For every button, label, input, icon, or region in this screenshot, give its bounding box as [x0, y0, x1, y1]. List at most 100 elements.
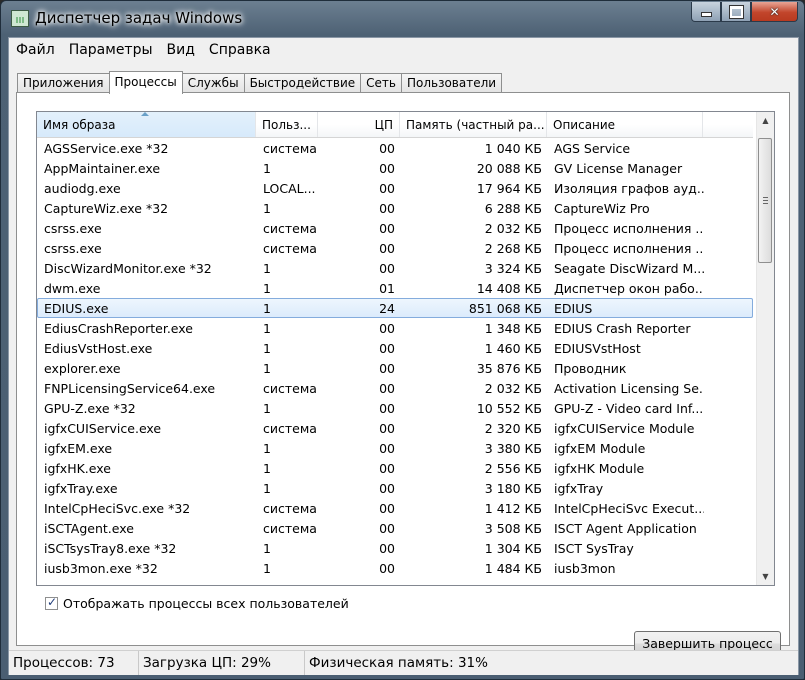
process-memory: 1 304 КБ: [484, 541, 542, 556]
process-image-name: csrss.exe: [44, 221, 102, 236]
process-row[interactable]: igfxCUIService.exe система 00 2 320 КБ igfxC…: [37, 418, 753, 438]
process-image-name: igfxHK.exe: [44, 461, 111, 476]
process-row[interactable]: iusb3mon.exe *32 1 00 1 484 КБ iusb3mon: [37, 558, 753, 578]
maximize-icon: [729, 5, 743, 18]
process-list[interactable]: Имя образа Польз... ЦП Память (частный р…: [36, 111, 775, 586]
scroll-down-arrow-icon[interactable]: ▼: [757, 568, 774, 585]
process-user: 1: [263, 361, 271, 376]
column-header-filler: [703, 112, 753, 137]
process-cpu: 00: [379, 181, 395, 196]
vertical-scrollbar[interactable]: ▲ ▼: [756, 112, 774, 585]
status-bar: Процессов: 73 Загрузка ЦП: 29% Физическа…: [9, 650, 798, 675]
column-image-name[interactable]: Имя образа: [37, 112, 256, 137]
close-button[interactable]: ✕: [751, 2, 798, 22]
process-row[interactable]: explorer.exe 1 00 35 876 КБ Проводник: [37, 358, 753, 378]
scroll-up-arrow-icon[interactable]: ▲: [757, 112, 774, 129]
client-area: Файл Параметры Вид Справка Приложения Пр…: [8, 37, 799, 675]
process-description: igfxTray: [554, 481, 604, 496]
tab-processes[interactable]: Процессы: [108, 71, 183, 94]
process-description: EDIUS: [554, 301, 593, 316]
column-description[interactable]: Описание: [547, 112, 703, 137]
process-description: CaptureWiz Pro: [554, 201, 650, 216]
tab-users[interactable]: Пользователи: [400, 73, 503, 94]
process-user: система: [263, 501, 317, 516]
process-user: 1: [263, 321, 271, 336]
menu-help[interactable]: Справка: [202, 38, 278, 62]
menu-view[interactable]: Вид: [160, 38, 202, 62]
process-row[interactable]: EdiusVstHost.exe 1 00 1 460 КБ EDIUSVstHost: [37, 338, 753, 358]
process-cpu: 00: [379, 341, 395, 356]
process-row[interactable]: igfxTray.exe 1 00 3 180 КБ igfxTray: [37, 478, 753, 498]
process-cpu: 00: [379, 381, 395, 396]
title-bar[interactable]: Диспетчер задач Windows ✕: [1, 1, 804, 37]
column-user-label: Польз...: [262, 118, 311, 132]
process-memory: 35 876 КБ: [476, 361, 542, 376]
process-row[interactable]: iSCTAgent.exe система 00 3 508 КБ ISCT Agent…: [37, 518, 753, 538]
process-row[interactable]: igfxEM.exe 1 00 3 380 КБ igfxEM Module: [37, 438, 753, 458]
process-row[interactable]: CaptureWiz.exe *32 1 00 6 288 КБ CaptureWiz …: [37, 198, 753, 218]
column-memory[interactable]: Память (частный ра...: [400, 112, 547, 137]
close-icon: ✕: [769, 4, 780, 19]
process-cpu: 00: [379, 141, 395, 156]
tab-services[interactable]: Службы: [181, 73, 245, 94]
process-row[interactable]: AppMaintainer.exe 1 00 20 088 КБ GV License …: [37, 158, 753, 178]
process-cpu: 00: [379, 541, 395, 556]
show-all-users-option[interactable]: Отображать процессы всех пользователей: [45, 595, 349, 611]
process-user: система: [263, 241, 317, 256]
process-image-name: csrss.exe: [44, 241, 102, 256]
show-all-users-label: Отображать процессы всех пользователей: [63, 596, 349, 611]
process-row[interactable]: EdiusCrashReporter.exe 1 00 1 348 КБ EDIUS C…: [37, 318, 753, 338]
process-cpu: 00: [379, 441, 395, 456]
task-manager-window: Диспетчер задач Windows ✕ Файл Параметры…: [0, 0, 805, 680]
process-user: система: [263, 421, 317, 436]
process-row[interactable]: IntelCpHeciSvc.exe *32 система 00 1 412 КБ I…: [37, 498, 753, 518]
processes-panel: Имя образа Польз... ЦП Память (частный р…: [16, 92, 790, 656]
process-image-name: IntelCpHeciSvc.exe *32: [44, 501, 191, 516]
process-row[interactable]: iSCTsysTray8.exe *32 1 00 1 304 КБ ISCT SysT…: [37, 538, 753, 558]
process-row[interactable]: dwm.exe 1 01 14 408 КБ Диспетчер окон рабо..…: [37, 278, 753, 298]
column-cpu[interactable]: ЦП: [318, 112, 400, 137]
tab-networking[interactable]: Сеть: [360, 73, 402, 94]
process-memory: 1 348 КБ: [484, 321, 542, 336]
process-cpu: 00: [379, 561, 395, 576]
grip-line: [763, 200, 768, 201]
process-row[interactable]: csrss.exe система 00 2 032 КБ Процесс исполн…: [37, 218, 753, 238]
minimize-button[interactable]: [691, 2, 721, 22]
show-all-users-checkbox[interactable]: [45, 595, 58, 610]
process-cpu: 00: [379, 501, 395, 516]
scroll-thumb[interactable]: [758, 138, 772, 263]
column-description-label: Описание: [553, 118, 616, 132]
process-description: iusb3mon: [554, 561, 616, 576]
process-description: EDIUSVstHost: [554, 341, 641, 356]
process-row[interactable]: GPU-Z.exe *32 1 00 10 552 КБ GPU-Z - Video c…: [37, 398, 753, 418]
process-memory: 3 324 КБ: [484, 261, 542, 276]
process-user: система: [263, 141, 317, 156]
process-image-name: explorer.exe: [44, 361, 121, 376]
process-cpu: 00: [379, 321, 395, 336]
process-user: 1: [263, 461, 271, 476]
tab-strip: Приложения Процессы Службы Быстродействи…: [17, 71, 503, 94]
process-row[interactable]: igfxHK.exe 1 00 2 556 КБ igfxHK Module: [37, 458, 753, 478]
process-row[interactable]: AGSService.exe *32 система 00 1 040 КБ AGS S…: [37, 138, 753, 158]
tab-applications[interactable]: Приложения: [17, 73, 110, 94]
menu-bar: Файл Параметры Вид Справка: [9, 38, 798, 62]
process-description: GV License Manager: [554, 161, 683, 176]
process-cpu: 00: [379, 421, 395, 436]
process-row[interactable]: DiscWizardMonitor.exe *32 1 00 3 324 КБ Seag…: [37, 258, 753, 278]
process-cpu: 00: [379, 241, 395, 256]
tab-performance[interactable]: Быстродействие: [243, 73, 362, 94]
process-row[interactable]: csrss.exe система 00 2 268 КБ Процесс исполн…: [37, 238, 753, 258]
process-row[interactable]: FNPLicensingService64.exe система 00 2 032 …: [37, 378, 753, 398]
menu-file[interactable]: Файл: [9, 38, 62, 62]
menu-options[interactable]: Параметры: [62, 38, 160, 62]
maximize-button[interactable]: [721, 2, 751, 22]
task-manager-icon: [11, 10, 29, 27]
process-description: Проводник: [554, 361, 627, 376]
process-row[interactable]: audiodg.exe LOCAL... 00 17 964 КБ Изоляция г…: [37, 178, 753, 198]
process-image-name: AppMaintainer.exe: [44, 161, 161, 176]
process-row[interactable]: EDIUS.exe 1 24 851 068 КБ EDIUS: [37, 298, 753, 318]
process-cpu: 00: [379, 261, 395, 276]
process-description: Процесс исполнения ...: [554, 221, 704, 236]
column-user[interactable]: Польз...: [256, 112, 318, 137]
process-user: 1: [263, 161, 271, 176]
